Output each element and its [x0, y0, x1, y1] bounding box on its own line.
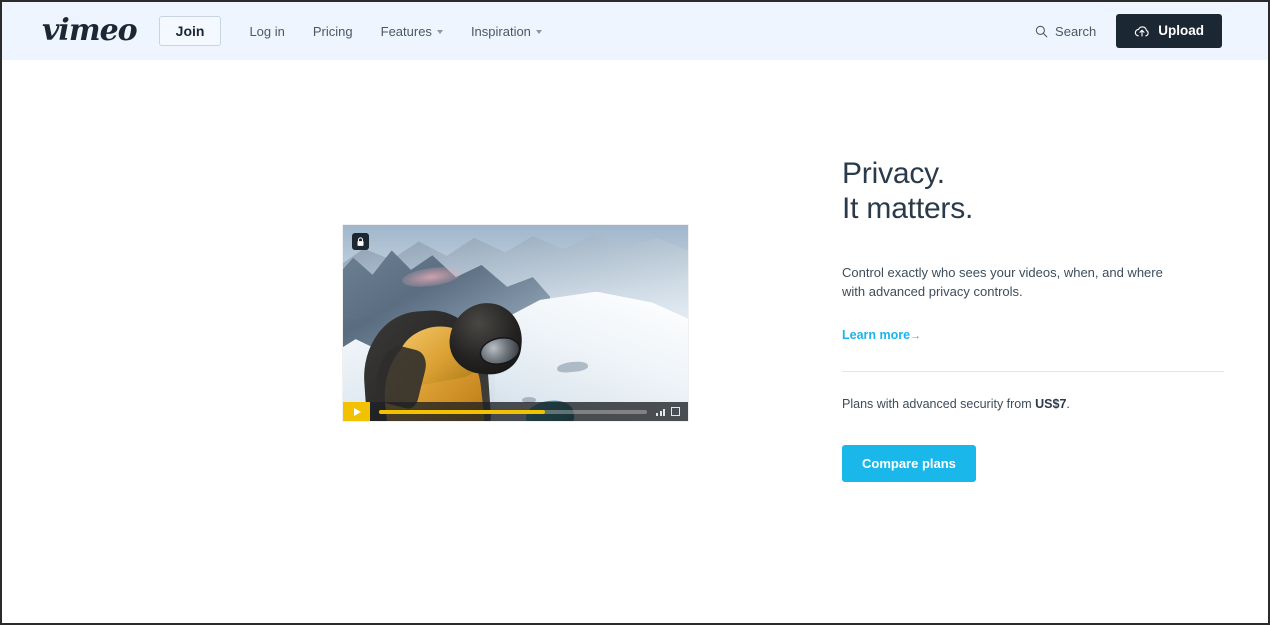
play-icon	[354, 407, 361, 416]
join-button[interactable]: Join	[158, 16, 222, 46]
nav-item-log-in[interactable]: Log in	[235, 17, 298, 46]
search-button[interactable]: Search	[1031, 18, 1100, 45]
lock-icon	[357, 236, 364, 246]
cloud-upload-icon	[1135, 25, 1149, 37]
page-title-line-1: Privacy.	[842, 157, 945, 190]
video-thumbnail	[343, 225, 688, 421]
nav-item-inspiration-label: Inspiration	[470, 23, 531, 39]
play-button[interactable]	[343, 402, 370, 421]
nav-item-features-label: Features	[380, 23, 432, 39]
search-icon	[1035, 25, 1048, 37]
nav-item-inspiration[interactable]: Inspiration	[457, 17, 556, 46]
header-actions: Search Upload	[1031, 14, 1222, 48]
panel-description: Control exactly who sees your videos, wh…	[842, 265, 1163, 299]
player-right-controls	[656, 407, 680, 416]
learn-more-label: Learn more	[842, 327, 911, 342]
nav-item-pricing-label: Pricing	[312, 23, 353, 39]
site-header: vimeo Join Log in Pricing Features Inspi…	[2, 2, 1268, 60]
plans-price-value: US$7	[1035, 396, 1067, 411]
progress-bar[interactable]	[379, 409, 647, 414]
plans-price-line: Plans with advanced security from US$7.	[842, 397, 1224, 411]
chevron-down-icon	[436, 30, 443, 34]
plans-price-suffix: .	[1066, 396, 1070, 411]
player-controls	[343, 402, 688, 421]
signal-bars-icon[interactable]	[656, 409, 665, 416]
main-content: Privacy. It matters. Control exactly who…	[2, 60, 1268, 623]
progress-fill	[379, 409, 546, 414]
primary-nav: Join Log in Pricing Features Inspiration	[158, 16, 556, 46]
nav-item-features[interactable]: Features	[367, 17, 457, 46]
compare-plans-button[interactable]: Compare plans	[842, 445, 976, 483]
nav-item-pricing[interactable]: Pricing	[299, 17, 367, 46]
upload-button[interactable]: Upload	[1116, 14, 1222, 48]
search-label: Search	[1055, 23, 1097, 39]
vimeo-logo[interactable]: vimeo	[42, 16, 138, 46]
video-player[interactable]	[343, 225, 688, 421]
upload-label: Upload	[1158, 23, 1204, 39]
privacy-lock-badge[interactable]	[352, 233, 369, 250]
privacy-panel: Privacy. It matters. Control exactly who…	[842, 157, 1224, 483]
page-title: Privacy. It matters.	[842, 157, 1224, 226]
section-divider	[842, 370, 1224, 372]
arrow-right-icon: →	[910, 329, 922, 342]
fullscreen-icon[interactable]	[671, 407, 680, 416]
page-frame: vimeo Join Log in Pricing Features Inspi…	[0, 0, 1270, 625]
plans-price-prefix: Plans with advanced security from	[842, 396, 1036, 411]
learn-more-link[interactable]: Learn more→	[842, 328, 921, 342]
chevron-down-icon	[535, 30, 542, 34]
nav-item-log-in-label: Log in	[249, 23, 285, 39]
page-title-line-2: It matters.	[842, 191, 974, 225]
